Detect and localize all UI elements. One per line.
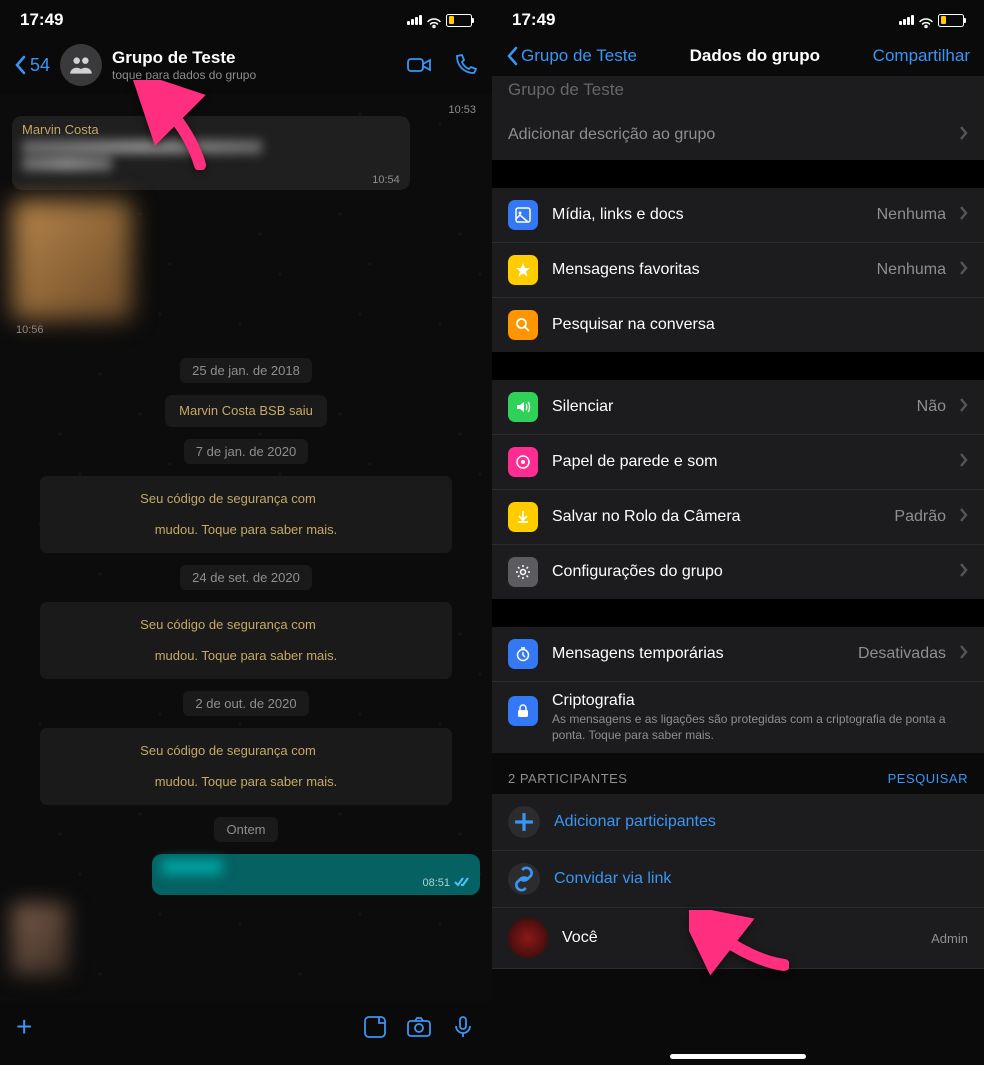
status-bar: 17:49 bbox=[492, 0, 984, 36]
battery-icon bbox=[446, 14, 472, 27]
date-separator: 24 de set. de 2020 bbox=[12, 565, 480, 590]
chevron-icon bbox=[960, 645, 968, 664]
security-code-message[interactable]: Seu código de segurança com mudou. Toque… bbox=[40, 728, 452, 805]
date-separator: 2 de out. de 2020 bbox=[12, 691, 480, 716]
encryption-row[interactable]: Criptografia As mensagens e as ligações … bbox=[492, 682, 984, 753]
status-bar: 17:49 bbox=[0, 0, 492, 36]
image-message[interactable]: 10:56 bbox=[12, 200, 132, 336]
group-settings-row[interactable]: Configurações do grupo bbox=[492, 545, 984, 599]
security-code-message[interactable]: Seu código de segurança com mudou. Toque… bbox=[40, 476, 452, 553]
speaker-icon bbox=[508, 392, 538, 422]
annotation-arrow bbox=[689, 910, 789, 985]
wifi-icon bbox=[918, 14, 934, 26]
attach-button[interactable]: + bbox=[16, 1011, 32, 1043]
date-separator: 7 de jan. de 2020 bbox=[12, 439, 480, 464]
status-time: 17:49 bbox=[20, 10, 63, 30]
status-right bbox=[407, 14, 472, 27]
ephemeral-section: Mensagens temporárias Desativadas Cripto… bbox=[492, 627, 984, 753]
date-separator: Ontem bbox=[12, 817, 480, 842]
participants-header: 2 PARTICIPANTES PESQUISAR bbox=[492, 753, 984, 794]
video-call-icon[interactable] bbox=[406, 52, 432, 78]
voice-call-icon[interactable] bbox=[452, 52, 478, 78]
wallpaper-row[interactable]: Papel de parede e som bbox=[492, 435, 984, 490]
download-icon bbox=[508, 502, 538, 532]
settings-section: Silenciar Não Papel de parede e som Salv… bbox=[492, 380, 984, 599]
security-code-message[interactable]: Seu código de segurança com mudou. Toque… bbox=[40, 602, 452, 679]
header-actions bbox=[406, 52, 478, 78]
share-button[interactable]: Compartilhar bbox=[873, 46, 970, 66]
star-icon bbox=[508, 255, 538, 285]
group-title: Grupo de Teste bbox=[112, 48, 396, 68]
chevron-icon bbox=[960, 563, 968, 582]
lock-icon bbox=[508, 696, 538, 726]
link-icon bbox=[508, 863, 540, 895]
chat-header: 54 Grupo de Teste toque para dados do gr… bbox=[0, 36, 492, 94]
signal-icon bbox=[899, 15, 914, 25]
header-title-area[interactable]: Grupo de Teste toque para dados do grupo bbox=[112, 48, 396, 82]
outgoing-message[interactable]: 08:51 bbox=[152, 854, 480, 895]
media-icon bbox=[508, 200, 538, 230]
redacted-image bbox=[12, 200, 132, 320]
invite-link-row[interactable]: Convidar via link bbox=[492, 851, 984, 908]
timer-icon bbox=[508, 639, 538, 669]
mute-row[interactable]: Silenciar Não bbox=[492, 380, 984, 435]
home-indicator[interactable] bbox=[670, 1054, 806, 1059]
camera-icon[interactable] bbox=[406, 1014, 432, 1040]
signal-icon bbox=[407, 15, 422, 25]
settings-header: Grupo de Teste Dados do grupo Compartilh… bbox=[492, 36, 984, 76]
avatar bbox=[508, 918, 548, 958]
prev-msg-time: 10:53 bbox=[12, 104, 480, 116]
media-section: Mídia, links e docs Nenhuma Mensagens fa… bbox=[492, 188, 984, 352]
read-ticks-icon bbox=[454, 876, 470, 891]
chevron-icon bbox=[960, 398, 968, 417]
redacted-content bbox=[162, 860, 222, 874]
chat-body[interactable]: 10:53 Marvin Costa 10:54 10:56 25 de jan… bbox=[0, 94, 492, 1001]
date-separator: 25 de jan. de 2018 bbox=[12, 358, 480, 383]
wifi-icon bbox=[426, 14, 442, 26]
chevron-icon bbox=[960, 508, 968, 527]
starred-row[interactable]: Mensagens favoritas Nenhuma bbox=[492, 243, 984, 298]
save-camera-row[interactable]: Salvar no Rolo da Câmera Padrão bbox=[492, 490, 984, 545]
status-time: 17:49 bbox=[512, 10, 555, 30]
battery-icon bbox=[938, 14, 964, 27]
chevron-icon bbox=[960, 453, 968, 472]
right-phone-settings: 17:49 Grupo de Teste Dados do grupo Comp… bbox=[492, 0, 984, 1065]
chat-input-bar: + bbox=[0, 1001, 492, 1065]
annotation-arrow bbox=[130, 80, 220, 175]
chevron-icon bbox=[960, 261, 968, 280]
add-participants-row[interactable]: Adicionar participantes bbox=[492, 794, 984, 851]
message-time: 08:51 bbox=[162, 876, 470, 891]
ephemeral-row[interactable]: Mensagens temporárias Desativadas bbox=[492, 627, 984, 682]
encryption-desc: As mensagens e as ligações são protegida… bbox=[552, 712, 968, 743]
mic-icon[interactable] bbox=[450, 1014, 476, 1040]
status-right bbox=[899, 14, 964, 27]
back-button[interactable]: Grupo de Teste bbox=[506, 46, 637, 66]
message-time: 10:54 bbox=[22, 174, 400, 186]
gear-icon bbox=[508, 557, 538, 587]
search-icon bbox=[508, 310, 538, 340]
group-name-row[interactable]: Grupo de Teste bbox=[492, 76, 984, 110]
group-avatar[interactable] bbox=[60, 44, 102, 86]
chevron-icon bbox=[960, 206, 968, 225]
left-phone-chat: 17:49 54 Grupo de Teste toque para dados… bbox=[0, 0, 492, 1065]
back-button[interactable]: 54 bbox=[14, 55, 50, 76]
wallpaper-icon bbox=[508, 447, 538, 477]
search-participants[interactable]: PESQUISAR bbox=[888, 771, 968, 786]
back-count: 54 bbox=[30, 55, 50, 76]
media-row[interactable]: Mídia, links e docs Nenhuma bbox=[492, 188, 984, 243]
page-title: Dados do grupo bbox=[690, 46, 820, 66]
message-time: 10:56 bbox=[12, 324, 132, 336]
search-chat-row[interactable]: Pesquisar na conversa bbox=[492, 298, 984, 352]
add-description-row[interactable]: Adicionar descrição ao grupo bbox=[492, 110, 984, 160]
incoming-image-preview[interactable] bbox=[12, 903, 68, 975]
sticker-icon[interactable] bbox=[362, 1014, 388, 1040]
group-name-section: Grupo de Teste Adicionar descrição ao gr… bbox=[492, 76, 984, 160]
chevron-icon bbox=[960, 126, 968, 145]
plus-icon bbox=[508, 806, 540, 838]
system-message: Marvin Costa BSB saiu bbox=[40, 395, 452, 427]
